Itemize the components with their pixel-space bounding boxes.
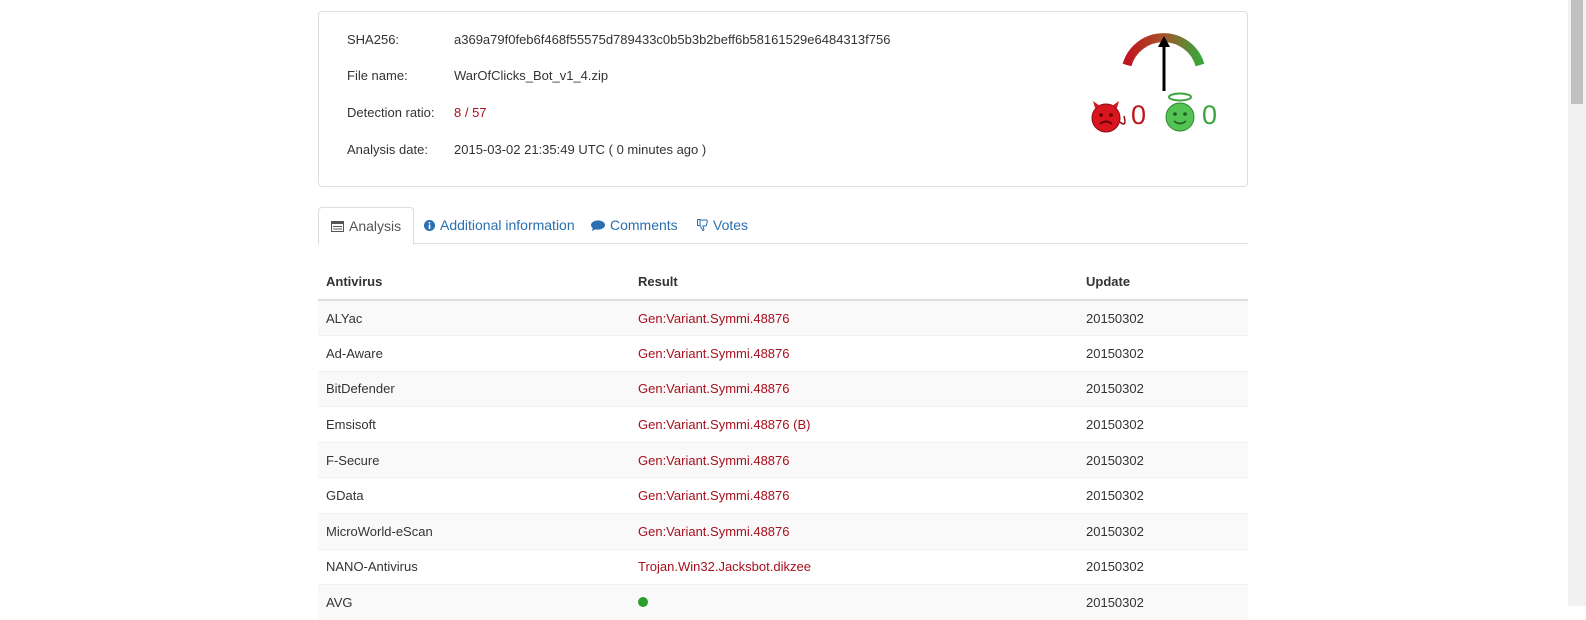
antivirus-name: BitDefender — [318, 370, 630, 407]
column-header-antivirus[interactable]: Antivirus — [318, 263, 630, 301]
table-row: ALYac Gen:Variant.Symmi.48876 20150302 — [318, 299, 1248, 336]
table-row: NANO-Antivirus Trojan.Win32.Jacksbot.dikz… — [318, 548, 1248, 585]
table-row: AVG 20150302 — [318, 584, 1248, 620]
tab-votes[interactable]: Votes — [697, 207, 748, 244]
antivirus-name: MicroWorld-eScan — [318, 513, 630, 550]
angel-icon[interactable] — [1163, 92, 1197, 134]
tab-additional-information[interactable]: Additional information — [424, 207, 575, 244]
comment-icon — [591, 208, 605, 244]
info-icon — [424, 208, 435, 244]
tab-analysis[interactable]: Analysis — [318, 207, 415, 245]
file-summary-panel: SHA256: a369a79f0feb6f468f55575d789433c0… — [318, 11, 1248, 187]
update-date: 20150302 — [1078, 548, 1248, 585]
tab-comments[interactable]: Comments — [591, 207, 678, 244]
thumbs-down-icon — [697, 208, 708, 244]
update-date: 20150302 — [1078, 477, 1248, 514]
antivirus-name: F-Secure — [318, 441, 630, 478]
antivirus-name: Emsisoft — [318, 406, 630, 443]
update-date: 20150302 — [1078, 335, 1248, 372]
antivirus-name: GData — [318, 477, 630, 514]
antivirus-name: ALYac — [318, 299, 630, 336]
column-header-result[interactable]: Result — [630, 263, 1078, 301]
tab-analysis-label: Analysis — [349, 218, 402, 234]
table-row: F-Secure Gen:Variant.Symmi.48876 20150302 — [318, 441, 1248, 478]
filename-label: File name: — [347, 68, 408, 83]
table-row: MicroWorld-eScan Gen:Variant.Symmi.48876 2… — [318, 513, 1248, 550]
sha256-value: a369a79f0feb6f468f55575d789433c0b5b3b2be… — [454, 32, 891, 47]
scan-result: Gen:Variant.Symmi.48876 — [630, 513, 1078, 550]
table-row: GData Gen:Variant.Symmi.48876 20150302 — [318, 477, 1248, 514]
harmless-vote-count: 0 — [1202, 100, 1218, 130]
tab-comments-label: Comments — [610, 217, 678, 233]
tab-votes-label: Votes — [713, 217, 749, 233]
tab-additional-information-label: Additional information — [440, 217, 575, 233]
detection-ratio-label: Detection ratio: — [347, 105, 435, 120]
table-header-row: Antivirus Result Update — [318, 263, 1248, 301]
antivirus-name: NANO-Antivirus — [318, 548, 630, 585]
table-row: BitDefender Gen:Variant.Symmi.48876 201503… — [318, 370, 1248, 407]
devil-icon[interactable] — [1089, 100, 1131, 134]
update-date: 20150302 — [1078, 299, 1248, 336]
scan-result: Gen:Variant.Symmi.48876 (B) — [630, 406, 1078, 443]
scan-result: Gen:Variant.Symmi.48876 — [630, 477, 1078, 514]
detection-ratio-value: 8 / 57 — [454, 105, 487, 120]
report-tabs: Analysis Additional information Comments… — [318, 207, 1248, 245]
scan-result: Gen:Variant.Symmi.48876 — [630, 335, 1078, 372]
antivirus-name: Ad-Aware — [318, 335, 630, 372]
antivirus-name: AVG — [318, 584, 630, 620]
scan-result: Gen:Variant.Symmi.48876 — [630, 299, 1078, 336]
update-date: 20150302 — [1078, 406, 1248, 443]
update-date: 20150302 — [1078, 441, 1248, 478]
column-header-update[interactable]: Update — [1078, 263, 1248, 301]
scrollbar-thumb[interactable] — [1571, 0, 1583, 104]
antivirus-results-table: Antivirus Result Update ALYac Gen:Variant… — [318, 263, 1248, 620]
update-date: 20150302 — [1078, 370, 1248, 407]
analysis-date-value: 2015-03-02 21:35:49 UTC ( 0 minutes ago … — [454, 142, 707, 157]
analysis-date-label: Analysis date: — [347, 142, 428, 157]
sha256-label: SHA256: — [347, 32, 400, 47]
scan-result: Gen:Variant.Symmi.48876 — [630, 370, 1078, 407]
malicious-vote-count: 0 — [1131, 100, 1147, 130]
filename-value: WarOfClicks_Bot_v1_4.zip — [454, 68, 609, 83]
scan-result: Trojan.Win32.Jacksbot.dikzee — [630, 548, 1078, 585]
update-date: 20150302 — [1078, 513, 1248, 550]
scan-result — [630, 584, 1078, 620]
update-date: 20150302 — [1078, 584, 1248, 620]
table-row: Emsisoft Gen:Variant.Symmi.48876 (B) 20150… — [318, 406, 1248, 443]
community-score-gauge: 0 0 — [1089, 24, 1229, 134]
scan-result: Gen:Variant.Symmi.48876 — [630, 441, 1078, 478]
table-icon — [331, 209, 344, 245]
table-row: Ad-Aware Gen:Variant.Symmi.48876 20150302 — [318, 335, 1248, 372]
